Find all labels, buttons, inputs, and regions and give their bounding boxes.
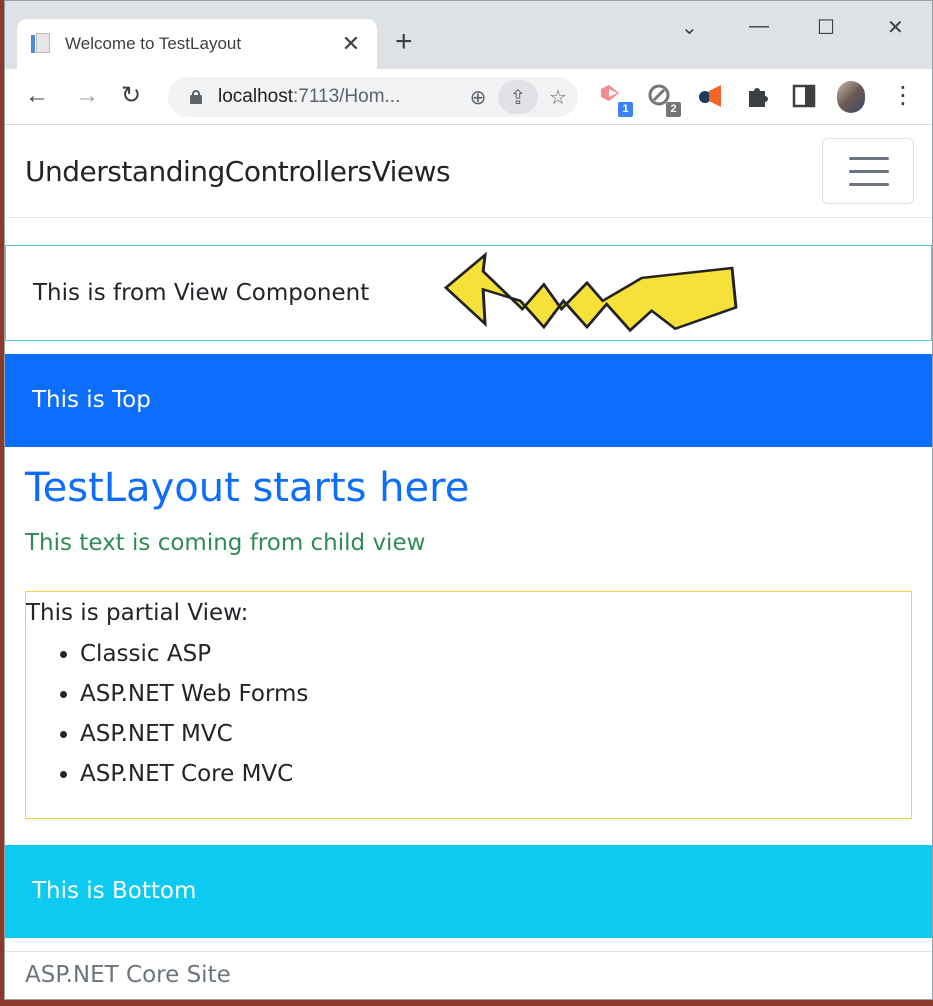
extension-2-icon[interactable]: 2 <box>647 83 681 117</box>
reload-button[interactable]: ↻ <box>121 81 141 111</box>
forward-button[interactable]: → <box>75 81 99 111</box>
navbar-brand[interactable]: UnderstandingControllersViews <box>25 155 451 188</box>
share-icon[interactable]: ⇪ <box>498 80 538 114</box>
megaphone-extension-icon[interactable] <box>697 83 727 113</box>
site-navbar: UnderstandingControllersViews <box>5 125 932 218</box>
list-item: ASP.NET Web Forms <box>80 678 308 718</box>
profile-avatar[interactable] <box>837 81 865 113</box>
browser-menu-icon[interactable]: ⋮ <box>891 81 915 111</box>
side-panel-icon[interactable] <box>791 83 821 113</box>
page-heading: TestLayout starts here <box>25 465 470 511</box>
extension-1-icon[interactable]: 1 <box>599 83 633 117</box>
child-view-text: This text is coming from child view <box>25 530 426 556</box>
browser-window: Welcome to TestLayout ✕ + ⌄ — ☐ ✕ ← → ↻ … <box>4 0 933 1000</box>
view-component-box: This is from View Component <box>5 245 932 341</box>
view-component-text: This is from View Component <box>33 280 370 306</box>
tab-close-icon[interactable]: ✕ <box>339 31 363 57</box>
maximize-button[interactable]: ☐ <box>817 15 835 40</box>
bottom-section: This is Bottom <box>5 845 932 938</box>
bottom-text: This is Bottom <box>32 878 197 904</box>
document-icon <box>31 33 51 55</box>
minimize-button[interactable]: — <box>749 15 769 38</box>
browser-tab[interactable]: Welcome to TestLayout ✕ <box>17 19 377 69</box>
footer-text: ASP.NET Core Site <box>25 962 231 988</box>
zigzag-arrow-icon <box>443 251 738 333</box>
list-item: ASP.NET Core MVC <box>80 758 308 798</box>
hamburger-icon <box>849 157 889 160</box>
bookmark-star-icon[interactable]: ☆ <box>538 80 578 114</box>
navbar-toggler-button[interactable] <box>822 138 914 204</box>
close-window-button[interactable]: ✕ <box>887 15 904 40</box>
tab-search-chevron-icon[interactable]: ⌄ <box>681 15 698 40</box>
zoom-icon[interactable]: ⊕ <box>458 80 498 114</box>
tab-strip: Welcome to TestLayout ✕ + ⌄ — ☐ ✕ <box>5 1 932 69</box>
technology-list: Classic ASP ASP.NET Web Forms ASP.NET MV… <box>80 638 308 798</box>
url-text[interactable]: localhost:7113/Hom... <box>218 86 458 108</box>
new-tab-button[interactable]: + <box>395 27 413 57</box>
lock-icon[interactable] <box>190 90 202 104</box>
partial-view-box: This is partial View: Classic ASP ASP.NE… <box>25 591 912 819</box>
site-footer: ASP.NET Core Site <box>5 951 932 999</box>
list-item: ASP.NET MVC <box>80 718 308 758</box>
web-page: UnderstandingControllersViews This is fr… <box>5 125 932 999</box>
browser-toolbar: ← → ↻ localhost:7113/Hom... ⊕ ⇪ ☆ 1 2 ⋮ <box>5 69 932 125</box>
top-text: This is Top <box>32 387 151 413</box>
top-section: This is Top <box>5 354 932 447</box>
extensions-puzzle-icon[interactable] <box>745 83 775 113</box>
back-button[interactable]: ← <box>25 81 49 111</box>
address-bar[interactable]: localhost:7113/Hom... ⊕ ⇪ ☆ <box>168 77 578 117</box>
tab-title: Welcome to TestLayout <box>65 34 242 53</box>
list-item: Classic ASP <box>80 638 308 678</box>
partial-view-title: This is partial View: <box>26 600 249 626</box>
